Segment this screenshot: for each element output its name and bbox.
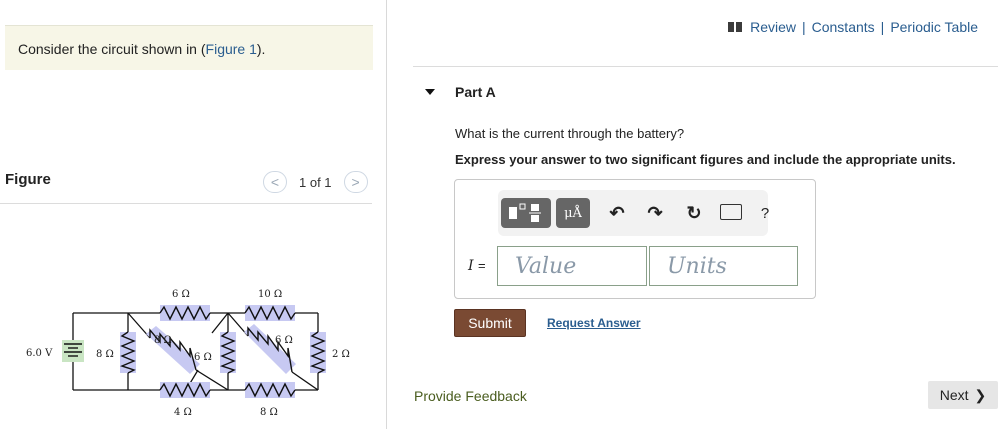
provide-feedback-link[interactable]: Provide Feedback bbox=[414, 388, 527, 404]
separator: | bbox=[880, 19, 885, 35]
collapse-triangle-icon[interactable] bbox=[425, 89, 435, 95]
divider bbox=[0, 203, 372, 204]
redo-icon[interactable]: ↷ bbox=[644, 202, 666, 224]
keyboard-icon[interactable] bbox=[720, 204, 742, 220]
periodic-table-link[interactable]: Periodic Table bbox=[890, 19, 978, 35]
left-pane: Consider the circuit shown in (Figure 1)… bbox=[0, 0, 387, 429]
resistor-label: 10 Ω bbox=[258, 289, 282, 300]
figure-pager: < 1 of 1 > bbox=[263, 171, 368, 193]
next-figure-button[interactable]: > bbox=[343, 171, 368, 193]
battery-label: 6.0 V bbox=[26, 348, 53, 359]
resistor-label: 8 Ω bbox=[260, 407, 278, 418]
divider bbox=[413, 66, 998, 67]
undo-icon[interactable]: ↶ bbox=[606, 202, 628, 224]
figure-heading: Figure bbox=[5, 171, 51, 188]
figure-count: 1 of 1 bbox=[299, 174, 332, 190]
resistor-label: 6 Ω bbox=[275, 335, 293, 346]
separator: | bbox=[801, 19, 806, 35]
reset-icon[interactable]: ↻ bbox=[683, 202, 705, 224]
part-header[interactable]: Part A bbox=[425, 84, 496, 100]
figure-link[interactable]: Figure 1 bbox=[206, 41, 257, 57]
book-icon bbox=[728, 22, 743, 32]
templates-icon bbox=[509, 203, 541, 222]
math-toolbar: μÅ ↶ ↷ ↻ ? bbox=[498, 190, 769, 236]
part-title: Part A bbox=[455, 84, 496, 100]
resistor-label: 6 Ω bbox=[172, 289, 190, 300]
resistor-label: 2 Ω bbox=[332, 349, 350, 360]
intro-prefix: Consider the circuit shown in ( bbox=[18, 41, 206, 57]
next-label: Next bbox=[939, 387, 969, 403]
answer-box: μÅ ↶ ↷ ↻ ? I = bbox=[454, 179, 816, 299]
submit-button[interactable]: Submit bbox=[454, 309, 526, 337]
request-answer-link[interactable]: Request Answer bbox=[547, 316, 641, 330]
resistor-label: 8 Ω bbox=[96, 349, 114, 360]
variable-symbol: I bbox=[468, 258, 474, 274]
top-links: Review | Constants | Periodic Table bbox=[728, 19, 978, 35]
constants-link[interactable]: Constants bbox=[812, 19, 875, 35]
templates-button[interactable] bbox=[501, 198, 551, 228]
instruction-text: Express your answer to two significant f… bbox=[455, 152, 956, 167]
resistor-label: 8 Ω bbox=[154, 335, 172, 346]
value-input[interactable] bbox=[497, 246, 647, 286]
intro-suffix: ). bbox=[256, 41, 266, 57]
units-button[interactable]: μÅ bbox=[556, 198, 590, 228]
circuit-diagram: 6.0 V 8 Ω 6 Ω 10 Ω 8 Ω 6 Ω 6 Ω 2 Ω 4 Ω 8… bbox=[26, 289, 350, 418]
help-icon[interactable]: ? bbox=[754, 202, 776, 224]
resistor-label: 4 Ω bbox=[174, 407, 192, 418]
answer-variable: I = bbox=[468, 258, 486, 274]
problem-intro: Consider the circuit shown in (Figure 1)… bbox=[5, 25, 373, 70]
resistor-highlight bbox=[146, 326, 200, 374]
chevron-right-icon: ❯ bbox=[974, 386, 987, 403]
battery bbox=[62, 340, 84, 362]
question-text: What is the current through the battery? bbox=[455, 126, 685, 141]
prev-figure-button[interactable]: < bbox=[263, 171, 287, 193]
equals-sign: = bbox=[477, 258, 486, 273]
resistor-label: 6 Ω bbox=[194, 352, 212, 363]
units-input[interactable] bbox=[649, 246, 798, 286]
intro-text: Consider the circuit shown in (Figure 1)… bbox=[18, 41, 265, 57]
review-link[interactable]: Review bbox=[750, 19, 796, 35]
next-button[interactable]: Next ❯ bbox=[928, 381, 998, 409]
